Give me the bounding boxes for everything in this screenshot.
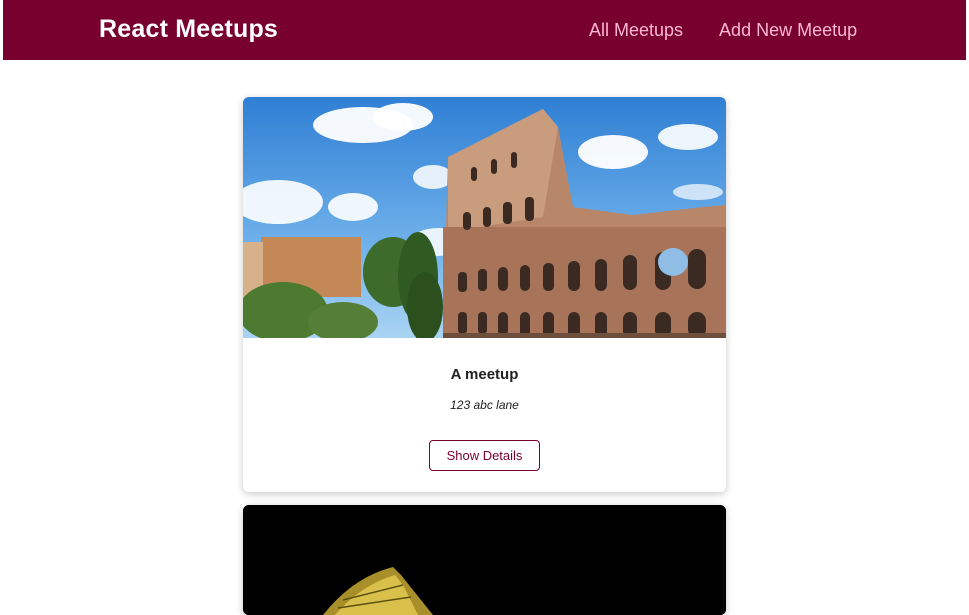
meetup-card bbox=[243, 505, 726, 615]
meetup-card: A meetup 123 abc lane Show Details bbox=[243, 97, 726, 492]
meetup-image-colosseum-night bbox=[243, 505, 726, 615]
meetup-title: A meetup bbox=[450, 366, 519, 383]
show-details-button[interactable]: Show Details bbox=[429, 440, 540, 471]
meetup-image-colosseum bbox=[243, 97, 726, 338]
nav-link-all-meetups[interactable]: All Meetups bbox=[589, 20, 683, 41]
nav-link-add-new-meetup[interactable]: Add New Meetup bbox=[719, 20, 857, 41]
card-actions: Show Details bbox=[243, 440, 726, 471]
site-logo: React Meetups bbox=[99, 15, 279, 43]
card-content: A meetup 123 abc lane bbox=[243, 338, 726, 412]
main-header: React Meetups All Meetups Add New Meetup bbox=[3, 0, 966, 60]
meetup-address: 123 abc lane bbox=[450, 398, 519, 412]
main-nav: All Meetups Add New Meetup bbox=[589, 20, 857, 41]
